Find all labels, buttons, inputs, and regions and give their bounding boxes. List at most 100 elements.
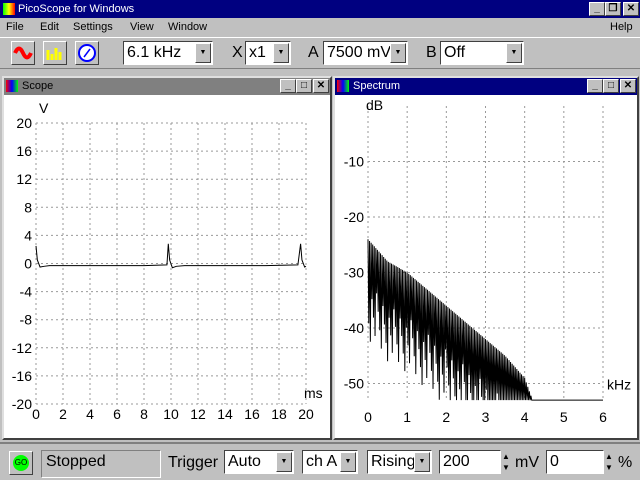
app-title: PicoScope for Windows (18, 3, 135, 15)
y-tick-label: 8 (24, 199, 32, 215)
spectrum-chart: 0 1 2 3 4 5 6 -10 -20 -30 -40 -50 dB kHz (344, 97, 631, 425)
app-titlebar: PicoScope for Windows _ ❐ ✕ (0, 0, 640, 18)
trigger-edge-value: Rising (371, 453, 416, 470)
threshold-value: 200 (443, 453, 470, 470)
spectrum-maximize-button[interactable]: □ (603, 79, 619, 93)
x-tick-label: 5 (560, 409, 568, 425)
waveform-trace (35, 243, 307, 269)
menu-file[interactable]: File (6, 18, 24, 36)
scope-close-button[interactable]: ✕ (313, 79, 329, 93)
status-bar: GO Stopped Trigger Auto ▼ ch A ▼ Rising ▼ 2… (0, 442, 640, 480)
sample-rate-select[interactable]: 6.1 kHz ▼ (123, 41, 213, 65)
spectrum-minimize-button[interactable]: _ (587, 79, 603, 93)
sample-rate-value: 6.1 kHz (127, 44, 182, 61)
scope-chart: 0 2 4 6 8 10 12 14 16 18 20 20 16 12 8 4 0 -4 -8 -12 -16 -20 V… (12, 100, 323, 422)
trigger-mode-value: Auto (228, 453, 261, 470)
a-label: A (308, 44, 319, 61)
y-tick-label: -50 (344, 376, 364, 392)
menu-window[interactable]: Window (168, 18, 207, 36)
menu-view[interactable]: View (130, 18, 154, 36)
y-tick-label: 0 (24, 256, 32, 272)
y-tick-label: -12 (12, 340, 32, 356)
x-tick-label: 18 (271, 406, 287, 422)
chevron-down-icon[interactable]: ▼ (506, 43, 522, 63)
spectrum-title: Spectrum (353, 80, 401, 92)
window-icon (337, 80, 349, 92)
meter-view-button[interactable] (75, 41, 99, 65)
menu-edit[interactable]: Edit (40, 18, 59, 36)
x-tick-label: 0 (364, 409, 372, 425)
go-button[interactable]: GO (9, 451, 33, 475)
scope-window-titlebar: Scope _ □ ✕ (4, 78, 330, 95)
threshold-input[interactable]: 200 (439, 450, 501, 474)
delay-input[interactable]: 0 (546, 450, 604, 474)
delay-spinner[interactable]: ▲ ▼ (605, 451, 617, 474)
chevron-down-icon[interactable]: ▼ (273, 43, 289, 63)
status-text: Stopped (41, 450, 161, 478)
channel-a-range-select[interactable]: 7500 mV ▼ (323, 41, 408, 65)
meter-dial-icon (78, 44, 96, 62)
channel-b-range-value: Off (444, 44, 466, 61)
minimize-button[interactable]: _ (589, 2, 605, 16)
x-tick-label: 14 (217, 406, 233, 422)
scope-minimize-button[interactable]: _ (280, 79, 296, 93)
threshold-spinner[interactable]: ▲ ▼ (502, 451, 514, 474)
chevron-down-icon[interactable]: ▼ (414, 452, 430, 472)
x-tick-label: 8 (140, 406, 148, 422)
y-tick-label: -40 (344, 320, 364, 336)
x-unit-label: kHz (607, 377, 631, 393)
x-tick-label: 4 (521, 409, 529, 425)
trigger-edge-select[interactable]: Rising ▼ (367, 450, 432, 474)
toolbar: 6.1 kHz ▼ X x1 ▼ A 7500 mV ▼ B Off ▼ (0, 37, 640, 69)
b-label: B (426, 44, 437, 61)
y-tick-label: 4 (24, 227, 32, 243)
chevron-down-icon[interactable]: ▼ (340, 452, 356, 472)
y-tick-label: -10 (344, 154, 364, 170)
x-tick-label: 12 (190, 406, 206, 422)
y-tick-label: -16 (12, 368, 32, 384)
restore-button[interactable]: ❐ (605, 2, 621, 16)
spectrum-trace (367, 239, 603, 401)
scope-title: Scope (22, 80, 54, 92)
x-zoom-select[interactable]: x1 ▼ (245, 41, 291, 65)
menu-settings[interactable]: Settings (73, 18, 113, 36)
trigger-channel-select[interactable]: ch A ▼ (302, 450, 358, 474)
scope-maximize-button[interactable]: □ (296, 79, 312, 93)
delay-unit: % (618, 454, 633, 471)
close-button[interactable]: ✕ (623, 2, 639, 16)
spectrum-view-button[interactable] (43, 41, 67, 65)
sine-wave-icon (13, 46, 33, 60)
y-tick-label: 20 (16, 115, 32, 131)
x-tick-label: 16 (244, 406, 260, 422)
trigger-channel-value: ch A (306, 453, 338, 470)
spectrum-bars-icon (46, 48, 62, 60)
scope-window: Scope _ □ ✕ 0 2 4 6 8 10 12 14 16 18 20 20 16 12 8 4 0 -4… (2, 76, 332, 440)
menu-help[interactable]: Help (610, 18, 633, 36)
channel-a-range-value: 7500 mV (327, 44, 392, 61)
x-tick-label: 6 (113, 406, 121, 422)
y-tick-label: -4 (20, 284, 33, 300)
scope-view-button[interactable] (11, 41, 35, 65)
x-tick-label: 10 (163, 406, 179, 422)
chevron-down-icon[interactable]: ▼ (276, 452, 292, 472)
chevron-down-icon[interactable]: ▼ (390, 43, 406, 63)
x-tick-label: 4 (86, 406, 94, 422)
y-tick-label: -8 (20, 312, 33, 328)
x-tick-label: 2 (59, 406, 67, 422)
spectrum-window-titlebar: Spectrum _ □ ✕ (335, 78, 637, 95)
x-zoom-value: x1 (249, 44, 266, 61)
threshold-unit: mV (515, 454, 539, 471)
channel-b-range-select[interactable]: Off ▼ (440, 41, 524, 65)
y-tick-label: 12 (16, 171, 32, 187)
spectrum-close-button[interactable]: ✕ (620, 79, 636, 93)
x-tick-label: 20 (298, 406, 314, 422)
chevron-down-icon[interactable]: ▼ (195, 43, 211, 63)
trigger-mode-select[interactable]: Auto ▼ (224, 450, 294, 474)
y-tick-label: -20 (344, 209, 364, 225)
y-unit-label: dB (366, 97, 383, 113)
spectrum-window: Spectrum _ □ ✕ 0 1 2 3 4 5 6 -10 -20 -30 -40 -50 dB k… (333, 76, 639, 440)
y-tick-label: -20 (12, 396, 32, 412)
x-unit-label: ms (304, 385, 323, 401)
go-led: GO (13, 455, 29, 471)
y-unit-label: V (39, 100, 49, 116)
